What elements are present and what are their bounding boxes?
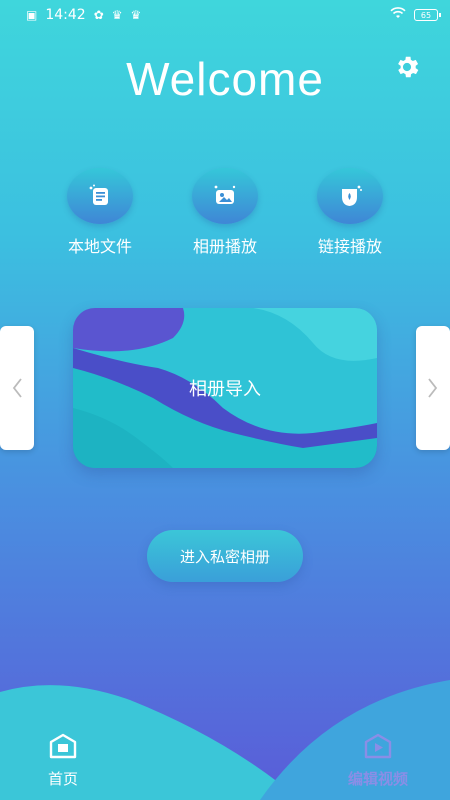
crown-icon: ♛ [111,8,123,22]
network-icon: ✿ [93,8,104,22]
battery-icon: 65 [414,9,441,21]
album-import-card[interactable]: 相册导入 [73,308,377,468]
link-play-action[interactable]: 链接播放 [290,168,410,257]
link-play-icon [342,185,362,206]
nav-edit-video[interactable]: 编辑视频 [323,732,433,789]
nav-home-label: 首页 [47,770,78,788]
local-files-action[interactable]: 本地文件 [40,168,160,257]
link-play-circle [317,168,383,224]
status-time: 14:42 [45,7,86,23]
document-icon [89,184,108,205]
chevron-right-icon [428,378,438,398]
photo-icon [214,185,236,204]
carousel-next[interactable] [416,326,450,450]
local-files-label: 本地文件 [67,237,132,256]
status-bar: ▣ 14:42 ✿ ♛ ♛ 65 [0,0,450,30]
page-title: Welcome [126,53,324,105]
status-right: 65 [390,7,441,23]
album-play-action[interactable]: 相册播放 [165,168,285,257]
settings-button[interactable] [390,50,424,84]
video-edit-icon [364,733,392,759]
carousel-prev[interactable] [0,326,34,450]
crown-icon: ♛ [130,8,142,22]
sim-icon: ▣ [26,8,38,22]
link-play-label: 链接播放 [317,237,382,256]
album-import-label: 相册导入 [189,379,261,400]
wifi-icon [390,7,406,23]
local-files-circle [67,168,133,224]
album-play-label: 相册播放 [192,237,257,256]
battery-level: 65 [420,10,432,20]
nav-home[interactable]: 首页 [8,732,118,789]
status-left: ▣ 14:42 ✿ ♛ ♛ [26,7,141,23]
chevron-left-icon [12,378,22,398]
album-play-circle [192,168,258,224]
gear-icon [398,56,419,78]
nav-edit-video-label: 编辑视频 [347,770,408,788]
private-album-button[interactable]: 进入私密相册 [147,530,303,582]
home-icon [49,733,77,759]
